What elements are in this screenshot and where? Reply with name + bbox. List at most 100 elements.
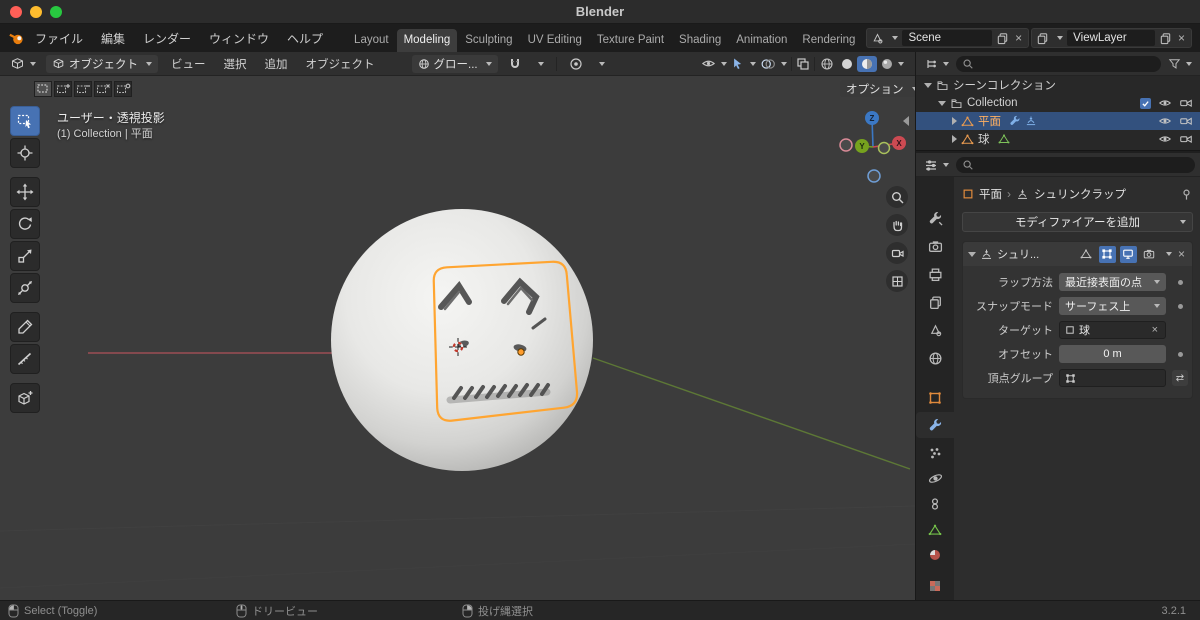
modifier-delete-button[interactable]: × [1176, 247, 1187, 261]
hide-eye-toggle[interactable] [1158, 114, 1172, 128]
shading-wireframe-button[interactable] [817, 56, 837, 72]
collection-checkbox[interactable] [1140, 97, 1151, 109]
zoom-view-button[interactable] [886, 186, 908, 208]
tab-scene-properties[interactable] [916, 317, 954, 343]
pan-view-button[interactable] [886, 214, 908, 236]
menu-view[interactable]: ビュー [166, 54, 211, 74]
menu-render[interactable]: レンダー [135, 27, 199, 50]
menu-select[interactable]: 選択 [219, 54, 252, 74]
scene-selector[interactable]: Scene × [866, 28, 1030, 48]
select-mode-intersect-button[interactable] [114, 81, 132, 97]
gizmos-dropdown[interactable] [729, 56, 758, 72]
gizmo-minus-x-ball[interactable] [839, 138, 853, 152]
overlays-dropdown[interactable] [758, 56, 789, 72]
tool-annotate-button[interactable] [10, 312, 40, 342]
xray-toggle-button[interactable] [794, 56, 812, 72]
modifier-panel-header[interactable]: シュリ... × [963, 242, 1192, 266]
gizmo-minus-y-ball[interactable] [877, 141, 891, 155]
animate-dot[interactable] [1177, 279, 1183, 285]
collapse-icon[interactable] [968, 251, 976, 257]
vertex-group-field[interactable] [1059, 369, 1166, 387]
menu-file[interactable]: ファイル [27, 27, 91, 50]
tab-object-properties[interactable] [916, 385, 954, 411]
tab-output-properties[interactable] [916, 261, 954, 287]
offset-number-field[interactable]: 0 m [1059, 345, 1166, 363]
select-mode-set-button[interactable] [34, 81, 52, 97]
menu-edit[interactable]: 編集 [93, 27, 133, 50]
select-mode-extend-button[interactable] [54, 81, 72, 97]
blender-logo-icon[interactable] [8, 29, 25, 47]
target-object-field[interactable]: 球 × [1059, 321, 1166, 339]
menu-window[interactable]: ウィンドウ [201, 27, 277, 50]
modifier-extras-dropdown[interactable] [1165, 252, 1172, 256]
hide-eye-toggle[interactable] [1158, 132, 1172, 146]
outliner-editor-type-button[interactable] [922, 56, 951, 72]
modifier-name[interactable]: シュリ... [997, 246, 1074, 262]
tab-modifier-properties-active[interactable] [916, 412, 954, 438]
transform-orientation-dropdown[interactable]: グロー... [411, 54, 498, 73]
outliner-search-input[interactable] [956, 55, 1161, 72]
new-viewlayer-icon[interactable] [1159, 32, 1172, 45]
breadcrumb-modifier[interactable]: シュリンクラップ [1034, 186, 1126, 202]
wrap-method-dropdown[interactable]: 最近接表面の点 [1059, 273, 1166, 291]
ortho-toggle-button[interactable] [886, 270, 908, 292]
unlink-scene-button[interactable]: × [1013, 31, 1024, 45]
sphere-object[interactable] [331, 209, 593, 471]
shading-rendered-button[interactable] [877, 56, 907, 72]
tool-transform-button[interactable] [10, 273, 40, 303]
outliner-row-collection[interactable]: Collection [916, 94, 1200, 112]
tool-rotate-button[interactable] [10, 209, 40, 239]
tab-data-properties[interactable] [916, 517, 954, 543]
pin-icon[interactable] [1180, 188, 1193, 201]
outliner-row-scene-collection[interactable]: シーンコレクション [916, 76, 1200, 94]
select-mode-subtract-button[interactable] [74, 81, 92, 97]
expand-icon[interactable] [924, 82, 932, 88]
camera-view-button[interactable] [886, 242, 908, 264]
tab-render-properties[interactable] [916, 233, 954, 259]
snap-settings-dropdown[interactable] [532, 61, 546, 67]
proportional-editing-button[interactable] [567, 56, 585, 72]
expand-icon[interactable] [952, 117, 957, 125]
outliner-filter-button[interactable] [1166, 56, 1194, 71]
modifier-on-cage-toggle[interactable] [1078, 246, 1095, 263]
modifier-editmode-toggle[interactable] [1098, 245, 1116, 263]
invert-vertex-group-button[interactable]: ⇄ [1172, 370, 1188, 386]
visibility-dropdown[interactable] [699, 55, 729, 72]
modifier-render-toggle[interactable] [1141, 246, 1158, 263]
tool-cursor-button[interactable] [10, 138, 40, 168]
tab-sculpting[interactable]: Sculpting [458, 29, 519, 52]
tab-viewlayer-properties[interactable] [916, 289, 954, 315]
shading-solid-button[interactable] [837, 56, 857, 72]
outliner-row-sphere[interactable]: 球 [916, 130, 1200, 148]
hide-eye-toggle[interactable] [1158, 96, 1172, 110]
add-modifier-button[interactable]: モディファイアーを追加 [962, 212, 1193, 232]
options-dropdown[interactable]: オプション [840, 80, 915, 97]
viewlayer-name[interactable]: ViewLayer [1067, 30, 1155, 46]
animate-dot[interactable] [1177, 303, 1183, 309]
shading-material-button[interactable] [857, 55, 877, 72]
viewport-canvas[interactable]: オプション ユーザー・透視投影 (1) Collection | 平面 Z Y … [0, 76, 915, 600]
editor-type-button[interactable] [8, 55, 38, 72]
modifier-realtime-toggle[interactable] [1119, 245, 1137, 263]
region-splitter-handle[interactable] [903, 116, 909, 126]
clear-target-button[interactable]: × [1150, 324, 1160, 336]
select-mode-invert-button[interactable] [94, 81, 112, 97]
snap-mode-dropdown[interactable]: サーフェス上 [1059, 297, 1166, 315]
tab-uv-editing[interactable]: UV Editing [521, 29, 589, 52]
expand-icon[interactable] [938, 100, 946, 106]
tool-add-cube-button[interactable] [10, 383, 40, 413]
tab-animation[interactable]: Animation [729, 29, 794, 52]
tab-material-properties[interactable] [916, 542, 954, 568]
viewlayer-selector[interactable]: ViewLayer × [1031, 28, 1192, 48]
tab-constraints-properties[interactable] [916, 491, 954, 517]
tool-measure-button[interactable] [10, 344, 40, 374]
remove-viewlayer-button[interactable]: × [1176, 31, 1187, 45]
mode-dropdown[interactable]: オブジェクト [46, 54, 158, 73]
menu-help[interactable]: ヘルプ [279, 27, 331, 50]
render-camera-toggle[interactable] [1179, 114, 1193, 128]
gizmo-minus-z-ball[interactable] [867, 169, 881, 183]
navigation-gizmo[interactable]: Z Y X [834, 104, 914, 192]
breadcrumb-object[interactable]: 平面 [979, 186, 1002, 202]
tool-select-box-button[interactable] [10, 106, 40, 136]
properties-editor-type-button[interactable] [922, 157, 951, 173]
